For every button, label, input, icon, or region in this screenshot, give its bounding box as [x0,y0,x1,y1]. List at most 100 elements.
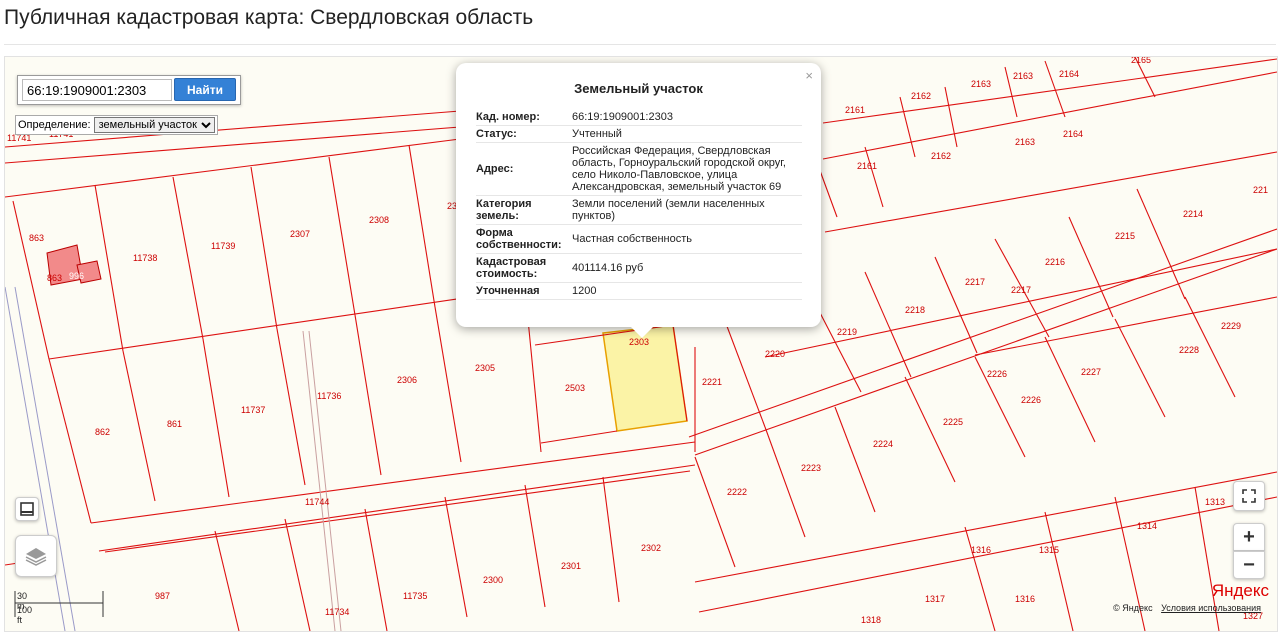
parcel-number-label: 2223 [801,463,821,473]
parcel-popup: Земельный участок × Кад. номер: 66:19:190… [456,63,821,327]
cadastral-number-input[interactable] [22,79,172,101]
parcel-number-label: 2217 [965,277,985,287]
parcel-number-label: 2308 [369,215,389,225]
layers-button[interactable] [15,535,57,577]
parcel-number-label: 11736 [317,391,341,401]
definition-control: Определение: земельный участок [15,115,218,135]
parcel-number-label: 2225 [943,417,963,427]
parcel-number-label: 1316 [971,545,991,555]
info-value: Земли поселений (земли населенных пункто… [572,195,802,225]
parcel-number-label: 2164 [1063,129,1083,139]
layers-icon [25,548,47,566]
parcel-number-label: 2226 [1021,395,1041,405]
ruler-icon [20,502,34,516]
parcel-number-label: 1315 [1039,545,1059,555]
parcel-number-label: 2164 [1059,69,1079,79]
parcel-number-label: 2220 [765,349,785,359]
parcel-number-label: 2227 [1081,367,1101,377]
close-icon[interactable]: × [805,68,813,83]
parcel-number-label: 2222 [727,487,747,497]
parcel-number-label: 1318 [861,615,881,625]
parcel-number-label: 996 [69,271,84,281]
info-row: Адрес: Российская Федерация, Свердловская… [476,142,802,196]
parcel-number-label: 1313 [1205,497,1225,507]
ruler-button[interactable] [15,497,39,521]
page-title: Публичная кадастровая карта: Свердловска… [4,6,534,29]
parcel-number-label: 11735 [403,591,427,601]
info-key: Кад. номер: [476,109,572,126]
info-key: Кадастровая стоимость: [476,253,572,283]
parcel-number-label: 2228 [1179,345,1199,355]
info-row: Статус: Учтенный [476,125,802,143]
parcel-number-label: 11738 [133,253,157,263]
parcel-number-label: 2302 [641,543,661,553]
parcel-number-label: 1316 [1015,594,1035,604]
divider [4,44,1276,45]
popup-pointer [630,326,654,338]
copyright: © Яндекс [1113,603,1153,613]
parcel-number-label: 2217 [1011,285,1031,295]
parcel-number-label: 1317 [925,594,945,604]
parcel-number-label: 2307 [290,229,310,239]
definition-label: Определение: [18,119,91,131]
info-value: 401114.16 руб [572,253,802,283]
terms-link[interactable]: Условия использования [1161,603,1261,613]
parcel-number-label: 2216 [1045,257,1065,267]
parcel-number-label: 862 [95,427,110,437]
info-value: 66:19:1909001:2303 [572,109,802,126]
parcel-number-label: 221 [1253,185,1268,195]
parcel-number-label: 2215 [1115,231,1135,241]
info-key: Статус: [476,125,572,143]
parcel-number-label: 2162 [931,151,951,161]
parcel-number-label: 2218 [905,305,925,315]
parcel-number-label: 2300 [483,575,503,585]
info-row: Форма собственности: Частная собственност… [476,224,802,254]
info-key: Форма собственности: [476,224,572,254]
parcel-number-label: 2163 [1015,137,1035,147]
map-attribution: © Яндекс Условия использования [1113,603,1261,613]
definition-select[interactable]: земельный участок [93,117,215,133]
popup-title: Земельный участок [574,81,703,96]
parcel-number-label: 2165 [1131,57,1151,65]
parcel-number-label: 2161 [857,161,877,171]
info-value: Частная собственность [572,224,802,254]
fullscreen-button[interactable] [1233,481,1265,511]
search-button[interactable]: Найти [174,78,236,101]
yandex-logo[interactable]: Яндекс [1212,581,1269,601]
parcel-number-label: 2224 [873,439,893,449]
info-row: Кадастровая стоимость: 401114.16 руб [476,253,802,283]
parcel-number-label: 2162 [911,91,931,101]
cadastral-map[interactable]: 1174111741863863996117381173923072308238… [4,56,1278,632]
parcel-number-label: 2301 [561,561,581,571]
info-key: Адрес: [476,142,572,196]
parcel-number-label: 987 [155,591,170,601]
parcel-number-label: 2303 [629,337,649,347]
info-row: Уточненная 1200 [476,282,802,300]
parcel-number-label: 2221 [702,377,722,387]
parcel-number-label: 2305 [475,363,495,373]
zoom-out-button[interactable]: − [1233,551,1265,579]
parcel-number-label: 11734 [325,607,349,617]
info-value: Учтенный [572,125,802,143]
parcel-number-label: 1314 [1137,521,1157,531]
parcel-number-label: 2163 [971,79,991,89]
parcel-number-label: 11739 [211,241,235,251]
info-row: Категория земель: Земли поселений (земли … [476,195,802,225]
parcel-number-label: 863 [47,273,62,283]
info-value: Российская Федерация, Свердловская облас… [572,142,802,196]
parcel-number-label: 861 [167,419,182,429]
parcel-number-label: 863 [29,233,44,243]
parcel-number-label: 2306 [397,375,417,385]
zoom-in-button[interactable]: + [1233,523,1265,551]
parcel-number-label: 2229 [1221,321,1241,331]
parcel-number-label: 11744 [305,497,329,507]
parcel-number-label: 11737 [241,405,265,415]
info-key: Уточненная [476,282,572,300]
parcel-number-label: 2161 [845,105,865,115]
info-key: Категория земель: [476,195,572,225]
parcel-info-table: Кад. номер: 66:19:1909001:2303 Статус: Учт… [476,109,802,300]
parcel-number-label: 2503 [565,383,585,393]
info-row: Кад. номер: 66:19:1909001:2303 [476,109,802,126]
parcel-number-label: 2219 [837,327,857,337]
popup-content[interactable]: Кад. номер: 66:19:1909001:2303 Статус: Учт… [476,109,806,309]
